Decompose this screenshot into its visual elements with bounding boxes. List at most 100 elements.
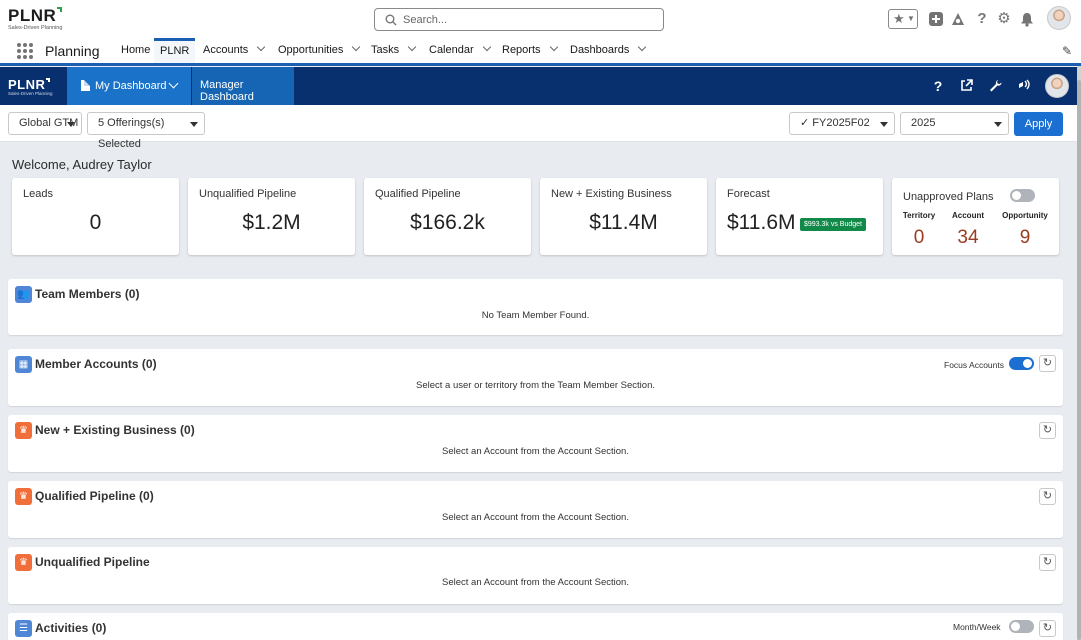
broadcast-icon[interactable] (1016, 77, 1032, 95)
activities-panel: ☰ Activities (0) Month/Week ↻ (8, 613, 1063, 640)
nav-reports[interactable]: Reports (496, 38, 563, 63)
accounts-icon: ▦ (15, 356, 32, 373)
nav-label: Tasks (371, 44, 400, 56)
member-accounts-panel: ▦ Member Accounts (0) Focus Accounts ↻ S… (8, 349, 1063, 406)
kpi-card-new-existing-business[interactable]: New + Existing Business $11.4M (540, 178, 707, 255)
user-avatar[interactable] (1045, 74, 1069, 98)
region-select[interactable]: Global GTM (8, 112, 82, 135)
chevron-down-icon[interactable] (257, 42, 266, 52)
refresh-icon[interactable]: ↻ (1039, 620, 1056, 637)
unapproved-plans-card: Unapproved Plans Territory Account Oppor… (892, 178, 1059, 255)
nav-calendar[interactable]: Calendar (423, 38, 496, 63)
period-select[interactable]: ✓ FY2025F02 (789, 112, 895, 135)
kpi-value: 0 (89, 211, 102, 234)
kpi-card-leads[interactable]: Leads 0 (12, 178, 179, 255)
bell-icon[interactable] (1017, 9, 1037, 29)
nav-plnr[interactable]: PLNR (154, 38, 196, 63)
app-launcher-icon[interactable] (17, 43, 33, 59)
refresh-icon[interactable]: ↻ (1039, 554, 1056, 571)
tab-manager-dashboard[interactable]: Manager Dashboard (192, 67, 294, 105)
chevron-down-icon[interactable] (549, 42, 558, 52)
kpi-card-unqualified-pipeline[interactable]: Unqualified Pipeline $1.2M (188, 178, 355, 255)
user-avatar[interactable] (1047, 6, 1071, 30)
crown-icon: ♛ (15, 488, 32, 505)
nav-label: Calendar (429, 44, 474, 56)
chevron-down-icon[interactable] (168, 78, 179, 89)
search-input[interactable] (403, 12, 653, 27)
plnr-logo[interactable]: PLNR Sales-Driven Planning (8, 7, 78, 35)
trailhead-icon[interactable] (948, 9, 968, 29)
nav-dashboards[interactable]: Dashboards (564, 38, 651, 63)
chevron-down-icon[interactable] (407, 42, 417, 52)
kpi-value: $166.2k (410, 211, 485, 234)
refresh-icon[interactable]: ↻ (1039, 355, 1056, 372)
plnr-bar-logo: PLNR Sales-Driven Planning (8, 78, 68, 98)
crown-icon: ♛ (15, 554, 32, 571)
search-icon (385, 14, 397, 26)
kpi-card-qualified-pipeline[interactable]: Qualified Pipeline $166.2k (364, 178, 531, 255)
month-week-toggle[interactable] (1009, 620, 1034, 633)
app-name: Planning (45, 43, 100, 59)
unapproved-col-opportunity: Opportunity (1002, 211, 1048, 220)
refresh-icon[interactable]: ↻ (1039, 488, 1056, 505)
help-icon[interactable]: ? (930, 77, 946, 95)
year-select[interactable]: 2025 (900, 112, 1009, 135)
logo-text: PLNR (8, 77, 46, 92)
gear-icon[interactable]: ⚙ (994, 9, 1014, 29)
offerings-value: 5 Offerings(s) Selected (98, 117, 165, 150)
tab-label: My Dashboard (95, 80, 167, 92)
focus-accounts-label: Focus Accounts (944, 360, 1005, 370)
unapproved-account-count[interactable]: 34 (938, 227, 998, 249)
chevron-down-icon[interactable] (352, 42, 361, 52)
page-scrollbar[interactable] (1077, 66, 1081, 640)
help-icon[interactable]: ? (972, 9, 992, 29)
unapproved-title: Unapproved Plans (903, 191, 994, 203)
document-icon (81, 80, 90, 91)
caret-down-icon (880, 122, 888, 127)
external-link-icon[interactable] (958, 77, 974, 95)
favorites-button[interactable]: ★ ▼ (888, 9, 918, 29)
kpi-title: New + Existing Business (551, 188, 672, 200)
chevron-down-icon[interactable] (482, 42, 491, 52)
scrollbar-thumb[interactable] (1077, 80, 1081, 640)
nav-opportunities[interactable]: Opportunities (272, 38, 365, 63)
panel-message: No Team Member Found. (481, 310, 590, 321)
refresh-icon[interactable]: ↻ (1039, 422, 1056, 439)
nav-label: PLNR (160, 45, 190, 57)
panel-title: Member Accounts (0) (35, 357, 157, 371)
nav-label: Reports (502, 44, 541, 56)
qualified-pipeline-panel: ♛ Qualified Pipeline (0) ↻ Select an Acc… (8, 481, 1063, 538)
logo-text: PLNR (8, 6, 57, 25)
nav-label: Dashboards (570, 44, 630, 56)
edit-nav-pencil-icon[interactable]: ✎ (1062, 45, 1074, 57)
global-header: PLNR Sales-Driven Planning ★ ▼ ? ⚙ (0, 0, 1081, 38)
tab-my-dashboard[interactable]: My Dashboard (67, 67, 248, 105)
panel-message: Select an Account from the Account Secti… (442, 577, 629, 588)
kpi-card-forecast[interactable]: Forecast $11.6M $993.3k vs Budget (716, 178, 883, 255)
wrench-icon[interactable] (987, 77, 1003, 95)
logo-tagline: Sales-Driven Planning (8, 25, 63, 31)
team-members-panel: 👥 Team Members (0) No Team Member Found. (8, 279, 1063, 335)
apply-button[interactable]: Apply (1014, 112, 1063, 136)
global-add-icon[interactable] (926, 9, 946, 29)
nav-label: Accounts (203, 44, 249, 56)
kpi-title: Leads (23, 188, 53, 200)
unapproved-opportunity-count[interactable]: 9 (995, 227, 1055, 249)
kpi-title: Qualified Pipeline (375, 188, 461, 200)
unapproved-toggle[interactable] (1010, 189, 1035, 202)
logo-tagline: Sales-Driven Planning (8, 91, 53, 96)
kpi-value: $11.6M (727, 211, 796, 234)
year-value: 2025 (911, 117, 936, 129)
offerings-select[interactable]: 5 Offerings(s) Selected (87, 112, 205, 150)
panel-title: New + Existing Business (0) (35, 423, 195, 437)
nav-tasks[interactable]: Tasks (365, 38, 421, 63)
focus-accounts-toggle[interactable] (1009, 357, 1034, 370)
nav-accounts[interactable]: Accounts (197, 38, 270, 63)
star-icon: ★ (893, 11, 905, 26)
panel-message: Select an Account from the Account Secti… (442, 446, 629, 457)
team-members-icon: 👥 (15, 286, 32, 303)
global-search[interactable] (374, 8, 664, 31)
plnr-toolbar: PLNR Sales-Driven Planning My Dashboard … (0, 67, 1077, 105)
chevron-down-icon[interactable] (638, 42, 647, 52)
nav-home[interactable]: Home (115, 38, 156, 63)
